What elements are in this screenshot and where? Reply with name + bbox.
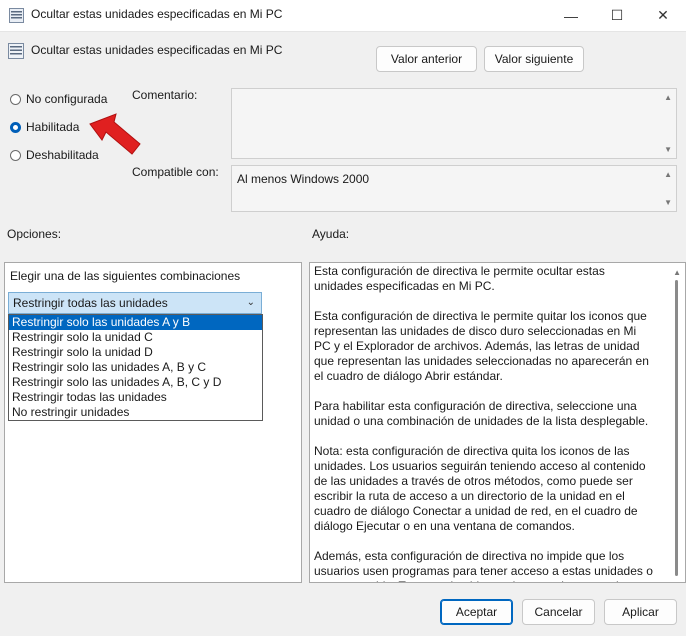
compatible-textbox: Al menos Windows 2000 ▲ ▼ [231, 165, 677, 212]
help-scrollbar[interactable]: ▲ [668, 264, 685, 582]
options-label: Opciones: [7, 227, 62, 241]
window-title: Ocultar estas unidades especificadas en … [31, 7, 283, 21]
chevron-down-icon: ⌄ [246, 297, 255, 308]
accept-button[interactable]: Aceptar [440, 599, 513, 625]
scrollbar-thumb[interactable] [675, 280, 678, 576]
help-paragraph: Además, esta configuración de directiva … [314, 549, 653, 582]
radio-enabled[interactable]: Habilitada [10, 120, 79, 134]
cancel-button[interactable]: Cancelar [522, 599, 595, 625]
apply-button[interactable]: Aplicar [604, 599, 677, 625]
radio-label: Habilitada [26, 120, 80, 134]
drive-combination-dropdown[interactable]: Restringir todas las unidades ⌄ [8, 292, 262, 314]
dropdown-option[interactable]: Restringir solo las unidades A, B y C [9, 360, 262, 375]
compatible-value: Al menos Windows 2000 [237, 172, 370, 186]
radio-circle [10, 93, 21, 105]
dropdown-list: Restringir solo las unidades A y B Restr… [8, 314, 263, 421]
help-text: Esta configuración de directiva le permi… [314, 264, 654, 582]
dropdown-option[interactable]: No restringir unidades [9, 405, 262, 420]
help-paragraph: Esta configuración de directiva le permi… [314, 309, 649, 383]
next-setting-button[interactable]: Valor siguiente [484, 46, 584, 72]
maximize-button[interactable]: ☐ [594, 0, 640, 31]
radio-circle-checked [10, 121, 21, 133]
help-paragraph: Esta configuración de directiva le permi… [314, 264, 605, 293]
dropdown-selected-value: Restringir todas las unidades [13, 296, 168, 310]
scroll-up-icon[interactable]: ▲ [664, 170, 672, 179]
dropdown-option[interactable]: Restringir solo las unidades A y B [9, 315, 262, 330]
dropdown-option[interactable]: Restringir solo la unidad D [9, 345, 262, 360]
scroll-down-icon[interactable]: ▼ [664, 198, 672, 207]
scroll-down-icon[interactable]: ▼ [664, 145, 672, 154]
red-arrow-icon [86, 110, 144, 161]
radio-circle [10, 149, 21, 161]
scroll-up-icon[interactable]: ▲ [664, 93, 672, 102]
dropdown-option[interactable]: Restringir solo la unidad C [9, 330, 262, 345]
scroll-up-icon[interactable]: ▲ [673, 268, 681, 277]
help-text-clip: Esta configuración de directiva le permi… [310, 263, 667, 582]
policy-app-icon [9, 8, 24, 26]
radio-label: No configurada [26, 92, 108, 106]
dropdown-option[interactable]: Restringir todas las unidades [9, 390, 262, 405]
comment-label: Comentario: [132, 88, 198, 102]
close-button[interactable]: ✕ [640, 0, 686, 31]
policy-icon [8, 43, 24, 62]
help-label: Ayuda: [312, 227, 350, 241]
policy-title: Ocultar estas unidades especificadas en … [31, 43, 283, 57]
help-paragraph: Para habilitar esta configuración de dir… [314, 399, 649, 428]
previous-setting-button[interactable]: Valor anterior [376, 46, 477, 72]
minimize-button[interactable]: — [548, 0, 594, 31]
dropdown-option[interactable]: Restringir solo las unidades A, B, C y D [9, 375, 262, 390]
radio-not-configured[interactable]: No configurada [10, 92, 107, 106]
comment-textbox[interactable]: ▲ ▼ [231, 88, 677, 159]
help-paragraph: Nota: esta configuración de directiva qu… [314, 444, 646, 533]
options-prompt: Elegir una de las siguientes combinacion… [10, 269, 241, 283]
compatible-label: Compatible con: [132, 165, 219, 179]
